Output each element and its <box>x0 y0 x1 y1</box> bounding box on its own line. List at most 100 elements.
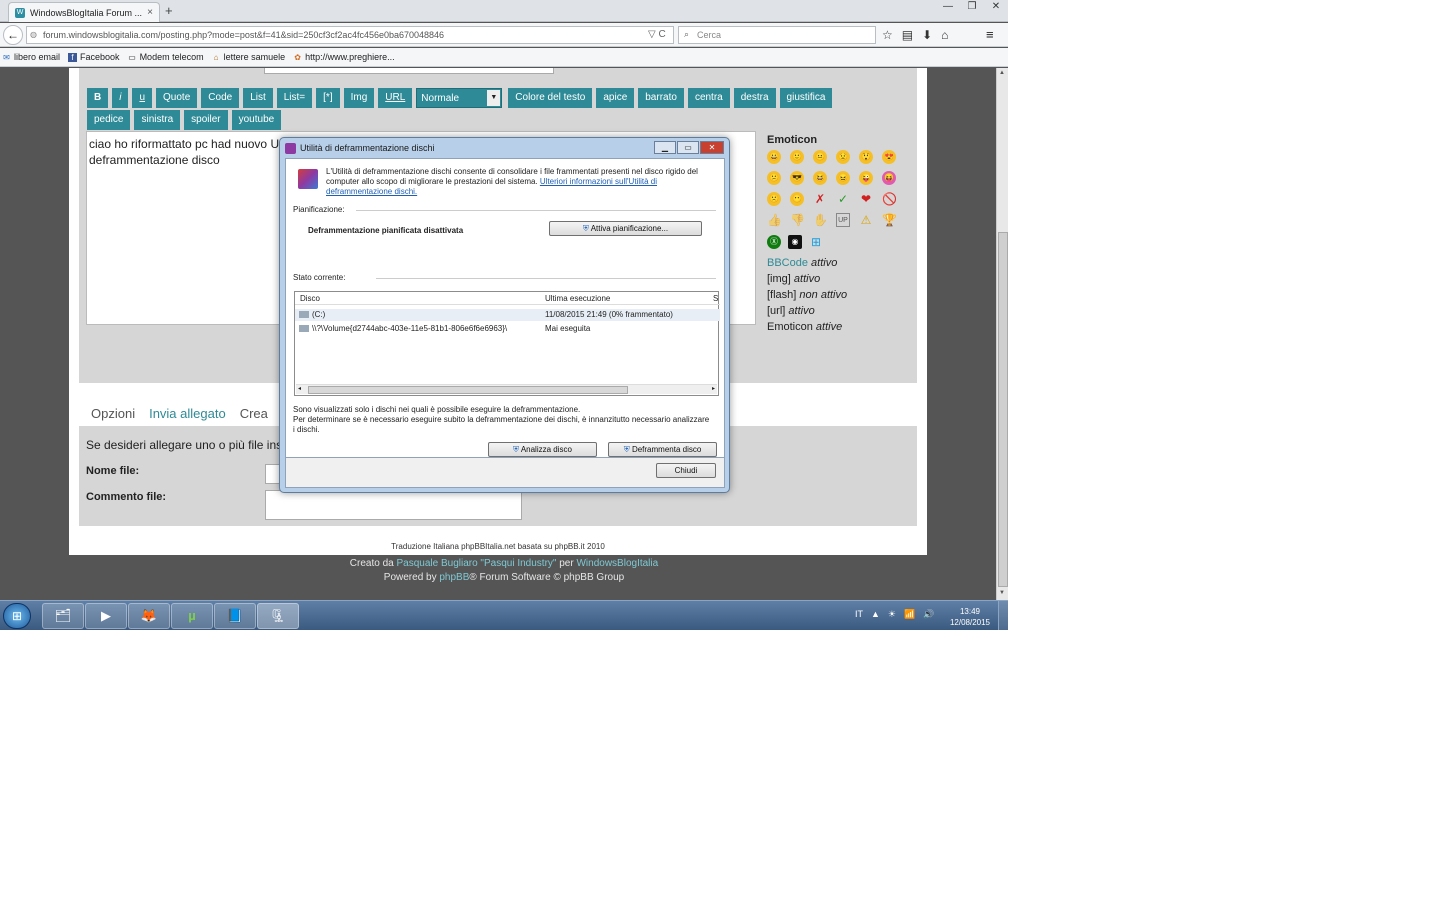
network-icon[interactable]: 📶 <box>904 609 915 620</box>
bookmark-modem-telecom[interactable]: ▭ Modem telecom <box>128 52 203 62</box>
thumbs-down-icon[interactable]: 👎 <box>790 213 805 227</box>
surprised-icon[interactable]: 😲 <box>859 150 873 164</box>
right-align-button[interactable]: destra <box>733 88 776 108</box>
volume-icon[interactable]: 🔊 <box>923 609 934 620</box>
heart-icon[interactable]: ❤ <box>859 192 873 206</box>
col-status-header[interactable]: S <box>713 294 718 303</box>
spoiler-button[interactable]: spoiler <box>184 110 228 130</box>
superscript-button[interactable]: apice <box>596 88 635 108</box>
scrollbar-thumb[interactable] <box>998 232 1008 587</box>
phpbb-link[interactable]: phpBB <box>439 572 469 583</box>
system-clock[interactable]: 13:49 12/08/2015 <box>946 606 994 628</box>
warning-icon[interactable]: ⚠ <box>859 213 873 227</box>
show-hidden-icons-icon[interactable]: ▲ <box>871 609 880 620</box>
grin-icon[interactable]: 😀 <box>767 150 781 164</box>
list-button[interactable]: List <box>243 88 273 108</box>
author-link[interactable]: Pasquale Bugliaro "Pasqui Industry" <box>396 558 556 569</box>
underline-button[interactable]: u <box>132 88 153 108</box>
disk-row[interactable]: \\?\Volume{d2744abc-403e-11e5-81b1-806e6… <box>295 323 720 335</box>
hscroll-thumb[interactable] <box>308 386 628 394</box>
neutral-icon[interactable]: 😐 <box>813 150 827 164</box>
cross-icon[interactable]: ✗ <box>813 192 827 206</box>
analyze-disk-button[interactable]: ⛨ Analizza disco <box>488 442 597 457</box>
laugh-icon[interactable]: 😆 <box>813 171 827 185</box>
sad-icon[interactable]: 😟 <box>836 150 850 164</box>
back-button[interactable]: ← <box>3 25 23 45</box>
browser-tab[interactable]: W WindowsBlogItalia Forum ... × <box>8 2 160 22</box>
italic-button[interactable]: i <box>112 88 129 108</box>
bookmark-star-icon[interactable]: ☆ <box>882 28 893 42</box>
start-button[interactable]: ⊞ <box>3 603 31 629</box>
bookmark-preghiere[interactable]: ✿ http://www.preghiere... <box>293 52 394 62</box>
col-last-run-header[interactable]: Ultima esecuzione <box>545 294 610 303</box>
new-tab-button[interactable]: + <box>165 3 173 18</box>
bbcode-link[interactable]: BBCode <box>767 257 808 269</box>
tray-app-icon[interactable]: ☀ <box>888 609 896 620</box>
bookmark-lettere-samuele[interactable]: ⌂ lettere samuele <box>212 52 285 62</box>
img-button[interactable]: Img <box>343 88 375 108</box>
search-input[interactable]: Cerca <box>678 26 876 44</box>
bookmark-facebook[interactable]: f Facebook <box>68 52 120 62</box>
dialog-close-button[interactable]: ✕ <box>700 141 724 154</box>
show-desktop-button[interactable] <box>998 601 1008 630</box>
subscript-button[interactable]: pedice <box>87 110 131 130</box>
quote-button[interactable]: Quote <box>156 88 198 108</box>
hamburger-menu-icon[interactable]: ≡ <box>986 27 994 42</box>
angry-icon[interactable]: 😖 <box>836 171 850 185</box>
utorrent-taskbar-icon[interactable]: µ <box>171 603 213 629</box>
frown-icon[interactable]: 🙁 <box>767 192 781 206</box>
check-icon[interactable]: ✓ <box>836 192 850 206</box>
center-button[interactable]: centra <box>687 88 730 108</box>
bold-button[interactable]: B <box>87 88 109 108</box>
trophy-icon[interactable]: 🏆 <box>882 213 897 227</box>
scroll-right-icon[interactable]: ▸ <box>712 385 715 392</box>
col-disk-header[interactable]: Disco <box>300 294 320 303</box>
restore-button[interactable]: ❐ <box>960 0 984 14</box>
url-button[interactable]: URL <box>378 88 413 108</box>
ordered-list-button[interactable]: List= <box>276 88 313 108</box>
dialog-maximize-button[interactable]: ▭ <box>677 141 699 154</box>
text-color-button[interactable]: Colore del testo <box>508 88 593 108</box>
reload-icon[interactable]: ▽ C <box>648 29 666 40</box>
scroll-down-icon[interactable]: ▼ <box>999 590 1005 596</box>
url-bar[interactable]: forum.windowsblogitalia.com/posting.php?… <box>26 26 674 44</box>
smile-icon[interactable]: 🙂 <box>790 150 804 164</box>
hand-icon[interactable]: ✋ <box>813 213 828 227</box>
scroll-left-icon[interactable]: ◂ <box>298 385 301 392</box>
close-button[interactable]: Chiudi <box>656 463 716 478</box>
firefox-taskbar-icon[interactable]: 🦊 <box>128 603 170 629</box>
thumbs-up-icon[interactable]: 👍 <box>767 213 782 227</box>
home-icon[interactable]: ⌂ <box>941 28 948 42</box>
reading-list-icon[interactable]: ▤ <box>902 28 913 42</box>
site-link[interactable]: WindowsBlogItalia <box>576 558 658 569</box>
defrag-disk-button[interactable]: ⛨ Deframmenta disco <box>608 442 717 457</box>
list-item-button[interactable]: [*] <box>316 88 340 108</box>
tab-opzioni[interactable]: Opzioni <box>91 406 135 421</box>
tongue-icon[interactable]: 😜 <box>859 171 873 185</box>
xbox-icon[interactable]: Ⓧ <box>767 235 781 249</box>
scroll-up-icon[interactable]: ▲ <box>999 70 1005 76</box>
justify-button[interactable]: giustifica <box>779 88 833 108</box>
close-window-button[interactable]: ✕ <box>984 0 1008 14</box>
youtube-button[interactable]: youtube <box>231 110 282 130</box>
tab-close-icon[interactable]: × <box>147 7 153 18</box>
explorer-taskbar-icon[interactable]: 🗂 <box>42 603 84 629</box>
minimize-button[interactable]: — <box>936 0 960 14</box>
speechless-icon[interactable]: 😶 <box>790 192 804 206</box>
tab-crea[interactable]: Crea <box>240 406 268 421</box>
no-icon[interactable]: 🚫 <box>882 192 897 206</box>
windows-icon[interactable]: ⊞ <box>809 235 823 249</box>
confused-icon[interactable]: 😕 <box>767 171 781 185</box>
left-align-button[interactable]: sinistra <box>134 110 181 130</box>
enable-schedule-button[interactable]: ⛨ Attiva pianificazione... <box>549 221 702 236</box>
tab-invia-allegato[interactable]: Invia allegato <box>149 406 226 421</box>
comment-textarea[interactable] <box>265 490 522 520</box>
font-size-select[interactable]: Normale ▼ <box>416 88 503 108</box>
up-icon[interactable]: UP <box>836 213 850 227</box>
love-icon[interactable]: 😍 <box>882 150 896 164</box>
download-icon[interactable]: ⬇ <box>922 28 932 42</box>
page-scrollbar[interactable]: ▲ ▼ <box>996 68 1008 600</box>
strikethrough-button[interactable]: barrato <box>638 88 684 108</box>
disk-list-hscroll[interactable]: ◂ ▸ <box>296 384 717 394</box>
defrag-taskbar-icon[interactable]: 🗜 <box>257 603 299 629</box>
